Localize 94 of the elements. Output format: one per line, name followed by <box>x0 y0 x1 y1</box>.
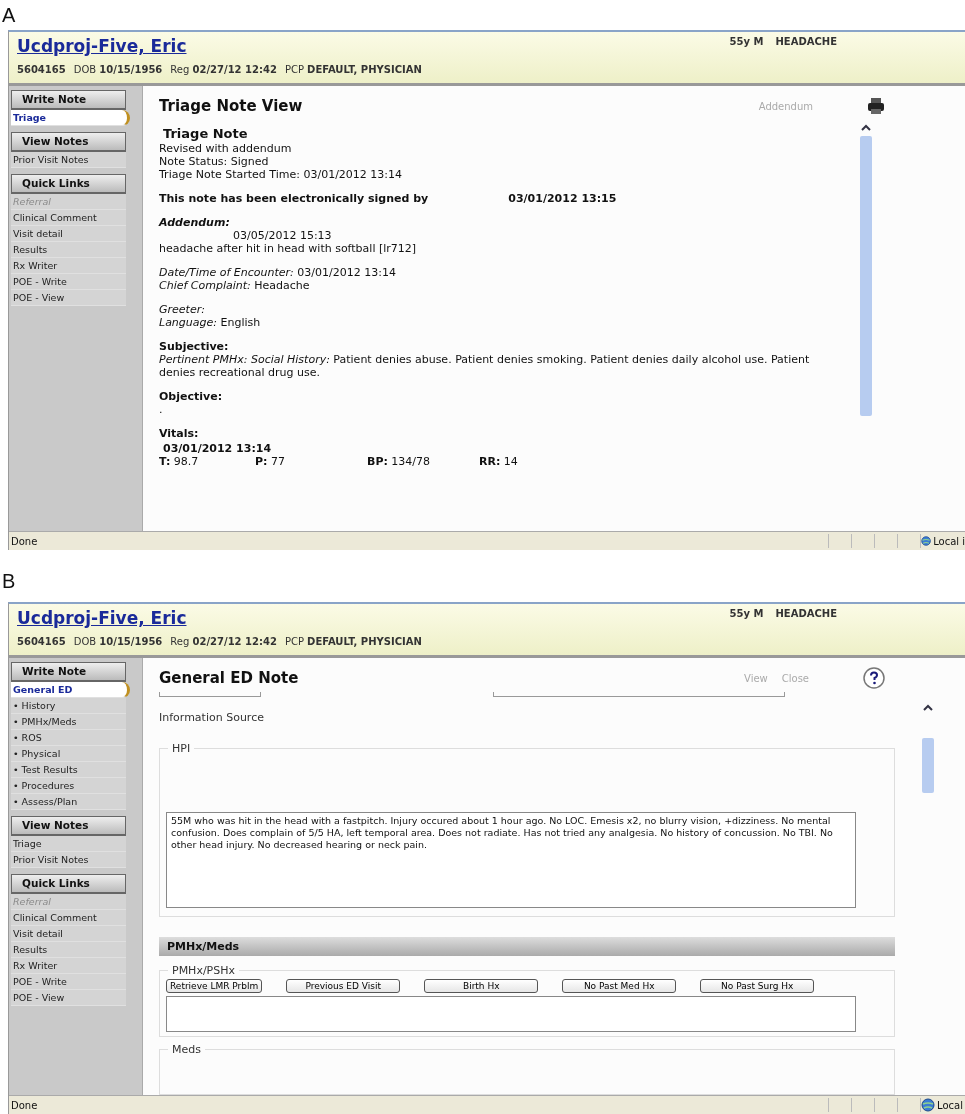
sidebar-item[interactable]: POE - View <box>11 290 126 306</box>
sidebar-item[interactable]: • ROS <box>11 730 126 746</box>
sidebar-item[interactable]: POE - Write <box>11 974 126 990</box>
section-heading: Vitals: <box>159 427 200 440</box>
sidebar-item[interactable]: Clinical Comment <box>11 910 126 926</box>
note-line: Chief Complaint: Headache <box>159 279 311 292</box>
sidebar-section-header[interactable]: Quick Links <box>11 874 126 894</box>
scroll-thumb[interactable] <box>922 738 934 793</box>
note-line: Date/Time of Encounter: 03/01/2012 13:14 <box>159 266 397 279</box>
security-zone: Local <box>937 1099 963 1111</box>
patient-info: PCP DEFAULT, PHYSICIAN <box>284 64 422 75</box>
form-button[interactable]: Previous ED Visit <box>286 979 401 994</box>
sidebar-item[interactable]: Triage <box>11 110 130 126</box>
patient-info: 5604165 <box>17 64 66 75</box>
vitals-time: 03/01/2012 13:14 <box>162 442 273 455</box>
input-field[interactable] <box>159 692 261 697</box>
globe-icon <box>921 1098 935 1112</box>
section-text: . <box>159 403 164 416</box>
field-label: Information Source <box>159 711 265 724</box>
patient-info: 5604165 <box>17 636 66 647</box>
sidebar-item[interactable]: Prior Visit Notes <box>11 852 126 868</box>
text-area[interactable]: 55M who was hit in the head with a fastpitch. Injury occured about 1 hour ago. No LOC. Emesis x2, no blurry vision, +dizziness. No mental confusion. Does complain of 5/5 HA, left temporal area. Does not radiate. Has not tried any analgesia. No history of concussion. No TBI. No other head injury. No decreased hearing or neck pain. <box>166 812 856 909</box>
figure-label: B <box>1 569 17 594</box>
status-text: Done <box>11 1099 39 1111</box>
sidebar-item[interactable]: Results <box>11 942 126 958</box>
note-title: Triage Note View <box>159 97 303 115</box>
signature-statement: This note has been electronically signed by <box>159 192 429 205</box>
patient-name-link[interactable]: Ucdproj-Five, Eric <box>17 608 187 628</box>
note-line: Note Status: Signed <box>159 155 270 168</box>
sidebar-section-header[interactable]: Write Note <box>11 90 126 110</box>
sidebar-item[interactable]: Prior Visit Notes <box>11 152 126 168</box>
form-button[interactable]: No Past Surg Hx <box>700 979 815 994</box>
status-text: Done <box>11 535 39 547</box>
patient-info: PCP DEFAULT, PHYSICIAN <box>284 636 422 647</box>
addendum-time: 03/05/2012 15:13 <box>232 229 333 242</box>
input-field[interactable] <box>493 692 785 697</box>
sidebar-item[interactable]: Visit detail <box>11 926 126 942</box>
sidebar-item[interactable]: • PMHx/Meds <box>11 714 126 730</box>
section-text: Pertinent PMHx: Social History: Patient denies abuse. Patient denies smoking. Patient denies daily alcohol use. Patient denies recreational drug use. <box>159 353 811 379</box>
patient-info: DOB 10/15/1956 <box>73 636 163 647</box>
sidebar-section-header[interactable]: Write Note <box>11 662 126 682</box>
group-legend: HPI <box>168 742 195 755</box>
patient-name-link[interactable]: Ucdproj-Five, Eric <box>17 36 187 56</box>
sidebar-item[interactable]: • Test Results <box>11 762 126 778</box>
patient-info: Reg 02/27/12 12:42 <box>170 636 277 647</box>
note-line: Language: English <box>159 316 262 329</box>
group-legend: PMHx/PSHx <box>168 964 239 978</box>
sidebar-item[interactable]: Results <box>11 242 126 258</box>
figure-label: A <box>1 3 17 28</box>
sidebar-item[interactable]: Visit detail <box>11 226 126 242</box>
sidebar-item[interactable]: • Physical <box>11 746 126 762</box>
form-button[interactable]: Retrieve LMR Prblm <box>166 979 263 994</box>
note-title: General ED Note <box>159 669 299 687</box>
vital-reading: T: 98.7 <box>159 455 200 468</box>
sidebar-item[interactable]: General ED <box>11 682 130 698</box>
note-line: Triage Note Started Time: 03/01/2012 13:14 <box>159 168 404 181</box>
sidebar-section-header[interactable]: View Notes <box>11 816 126 836</box>
patient-info: Reg 02/27/12 12:42 <box>170 64 277 75</box>
chief-complaint: HEADACHE <box>775 36 837 49</box>
sidebar-item[interactable]: • Assess/Plan <box>11 794 126 810</box>
note-line: Greeter: <box>159 303 206 316</box>
print-icon[interactable] <box>867 98 885 114</box>
sidebar-item[interactable]: • History <box>11 698 126 714</box>
patient-info: DOB 10/15/1956 <box>73 64 163 75</box>
help-icon[interactable] <box>863 667 885 689</box>
text-area[interactable] <box>166 996 856 1033</box>
vital-reading: RR: 14 <box>479 455 519 468</box>
vital-reading: BP: 134/78 <box>367 455 432 468</box>
age-sex: 55y M <box>729 608 764 621</box>
signature-time: 03/01/2012 13:15 <box>508 192 617 205</box>
sidebar-item[interactable]: POE - View <box>11 990 126 1006</box>
sidebar-section-header[interactable]: View Notes <box>11 132 126 152</box>
section-heading: Subjective: <box>159 340 230 353</box>
addendum-text: headache after hit in head with softball [lr712] <box>159 242 418 255</box>
sidebar-item[interactable]: • Procedures <box>11 778 126 794</box>
section-heading: Objective: <box>159 390 224 403</box>
form-button[interactable]: Birth Hx <box>424 979 539 994</box>
sidebar-item[interactable]: Rx Writer <box>11 258 126 274</box>
sidebar-item[interactable]: Triage <box>11 836 126 852</box>
scroll-thumb[interactable] <box>860 136 872 416</box>
sidebar-item[interactable]: Rx Writer <box>11 958 126 974</box>
note-line: Revised with addendum <box>159 142 293 155</box>
vital-reading: P: 77 <box>255 455 286 468</box>
sidebar-item[interactable]: Clinical Comment <box>11 210 126 226</box>
age-sex: 55y M <box>729 36 764 49</box>
globe-icon <box>921 534 932 548</box>
section-bar: PMHx/Meds <box>159 937 895 957</box>
sidebar-section-header[interactable]: Quick Links <box>11 174 126 194</box>
sidebar-item[interactable]: POE - Write <box>11 274 126 290</box>
addendum-heading: Addendum: <box>159 216 231 229</box>
form-button[interactable]: No Past Med Hx <box>562 979 677 994</box>
chief-complaint: HEADACHE <box>775 608 837 621</box>
note-heading: Triage Note <box>162 126 249 141</box>
security-zone: Local i <box>933 535 965 547</box>
